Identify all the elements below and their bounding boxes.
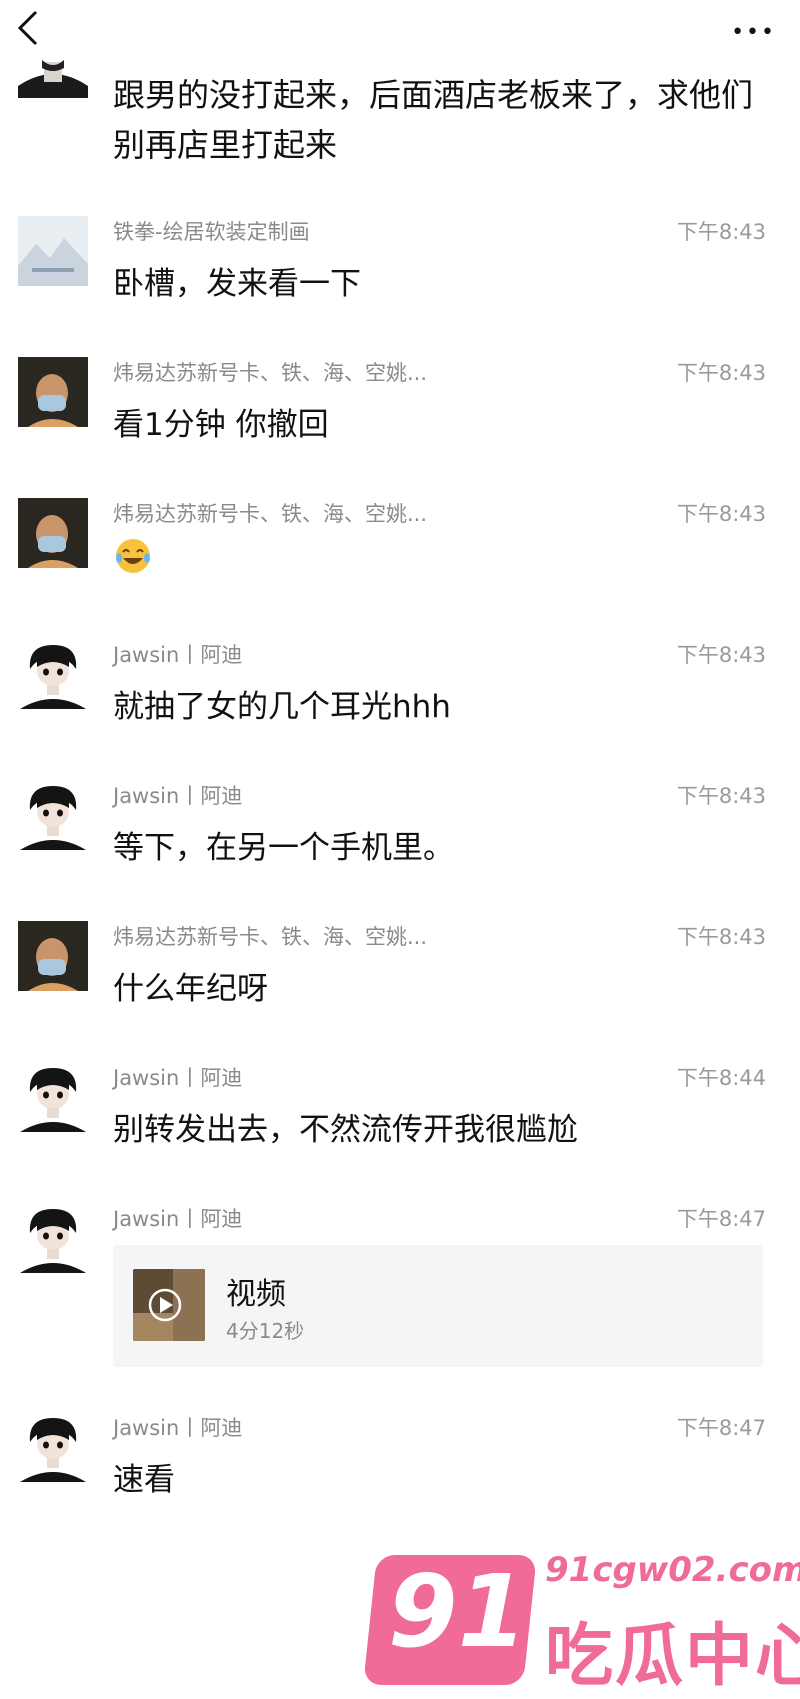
masked-person-avatar[interactable] [18,357,88,427]
message-text: 等下，在另一个手机里。 [113,830,454,866]
message-time: 下午8:43 [676,220,766,244]
cartoon-boy-avatar[interactable] [18,1203,88,1273]
cartoon-boy-avatar[interactable] [18,40,88,98]
video-duration: 4分12秒 [226,1319,305,1343]
sender-name: 炜易达苏新号卡、铁、海、空姚... [113,925,428,949]
message-text: 😂 [113,536,153,584]
watermark-name: 吃瓜中心 [545,1617,800,1696]
cartoon-boy-avatar[interactable] [18,639,88,709]
sender-name: Jawsin丨阿迪 [113,784,243,808]
message-time: 下午8:43 [676,784,766,808]
landscape-logo-avatar[interactable] [18,216,88,286]
cartoon-boy-avatar[interactable] [18,1412,88,1482]
message-time: 下午8:44 [676,1066,766,1090]
message-text: 速看 [113,1462,175,1498]
cartoon-boy-avatar[interactable] [18,780,88,850]
message-time: 下午8:43 [676,643,766,667]
video-title: 视频 [226,1277,286,1312]
message-text: 什么年纪呀 [113,971,268,1007]
message-text: 卧槽，发来看一下 [113,266,361,302]
message-text: 就抽了女的几个耳光hhh [113,689,451,725]
more-options-icon[interactable]: ••• [731,22,776,44]
message-time: 下午8:47 [676,1416,766,1440]
top-bar: ••• [0,0,800,60]
message-time: 下午8:43 [676,502,766,526]
sender-name: Jawsin丨阿迪 [113,643,243,667]
message-time: 下午8:43 [676,925,766,949]
message-text: 跟男的没打起来，后面酒店老板来了，求他们别再店里打起来 [113,76,754,164]
masked-person-avatar[interactable] [18,921,88,991]
watermark-url: 91cgw02.com [545,1550,800,1590]
sender-name: Jawsin丨阿迪 [113,1207,243,1231]
sender-name: 铁拳-绘居软装定制画 [113,220,310,244]
video-thumbnail[interactable] [133,1269,205,1341]
masked-person-avatar[interactable] [18,498,88,568]
sender-name: Jawsin丨阿迪 [113,1416,243,1440]
message-time: 下午8:43 [676,361,766,385]
sender-name: 炜易达苏新号卡、铁、海、空姚... [113,361,428,385]
laughing-tears-icon [116,539,150,573]
sender-name: Jawsin丨阿迪 [113,1066,243,1090]
sender-name: 炜易达苏新号卡、铁、海、空姚... [113,502,428,526]
message-time: 下午8:47 [676,1207,766,1231]
message-text: 别转发出去，不然流传开我很尴尬 [113,1112,578,1148]
cartoon-boy-avatar[interactable] [18,1062,88,1132]
message-text: 看1分钟 你撤回 [113,407,329,443]
video-message-card[interactable]: 视频 4分12秒 [113,1245,763,1367]
watermark-badge-text: 91 [388,1553,528,1670]
site-watermark: 91 91cgw02.com 吃瓜中心 [363,1545,800,1696]
